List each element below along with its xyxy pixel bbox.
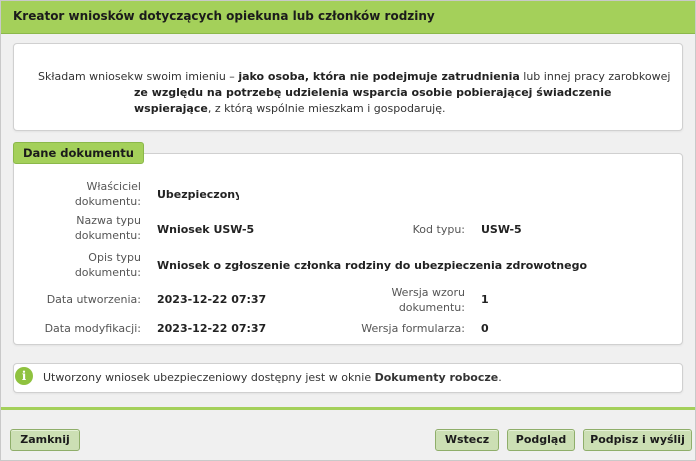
info-bold-part: Dokumenty robocze — [374, 371, 499, 384]
declaration-bold-part: jako osoba, która nie podejmuje zatrudni… — [238, 70, 520, 83]
type-desc-label: Opis typu dokumentu: — [74, 251, 141, 279]
type-name-value: Wniosek USW-5 — [157, 223, 255, 236]
title-bar: Kreator wniosków dotyczących opiekuna lu… — [1, 1, 695, 34]
declaration-text: w swoim imieniu – jako osoba, która nie … — [134, 69, 672, 117]
form-version-value: 0 — [481, 322, 489, 335]
separator-line — [1, 407, 695, 410]
section-title: Dane dokumentu — [13, 142, 144, 164]
sign-and-send-button[interactable]: Podpisz i wyślij — [583, 429, 692, 451]
created-value: 2023-12-22 07:37 — [157, 293, 267, 306]
owner-value: Ubezpieczony — [157, 188, 243, 201]
wizard-window: Kreator wniosków dotyczących opiekuna lu… — [0, 0, 696, 461]
type-desc-value: Wniosek o zgłoszenie członka rodziny do … — [157, 259, 587, 272]
info-icon: i — [15, 367, 33, 385]
type-code-label: Kod typu: — [412, 223, 465, 236]
template-version-label: Wersja wzoru dokumentu: — [391, 286, 465, 314]
declaration-text-part: w swoim imieniu – — [134, 70, 239, 83]
declaration-text-part: lub innej pracy zarobkowej — [519, 70, 671, 83]
created-label: Data utworzenia: — [46, 293, 141, 306]
info-message: Utworzony wniosek ubezpieczeniowy dostęp… — [43, 371, 502, 384]
window-title: Kreator wniosków dotyczących opiekuna lu… — [13, 9, 435, 23]
info-text-part: Utworzony wniosek ubezpieczeniowy dostęp… — [43, 371, 375, 384]
form-version-label: Wersja formularza: — [361, 322, 465, 335]
modified-label: Data modyfikacji: — [44, 322, 141, 335]
back-button[interactable]: Wstecz — [435, 429, 499, 451]
close-button[interactable]: Zamknij — [10, 429, 80, 451]
type-code-value: USW-5 — [481, 223, 522, 236]
preview-button[interactable]: Podgląd — [507, 429, 575, 451]
info-text-part: . — [498, 371, 502, 384]
declaration-label: Składam wniosek — [38, 70, 134, 83]
redacted-area — [239, 185, 521, 201]
declaration-panel: Składam wniosek w swoim imieniu – jako o… — [13, 43, 683, 131]
modified-value: 2023-12-22 07:37 — [157, 322, 267, 335]
template-version-value: 1 — [481, 293, 489, 306]
declaration-text-part: , z którą wspólnie mieszkam i gospodaruj… — [207, 102, 446, 115]
owner-label: Właściciel dokumentu: — [74, 180, 141, 208]
type-name-label: Nazwa typu dokumentu: — [74, 214, 141, 242]
